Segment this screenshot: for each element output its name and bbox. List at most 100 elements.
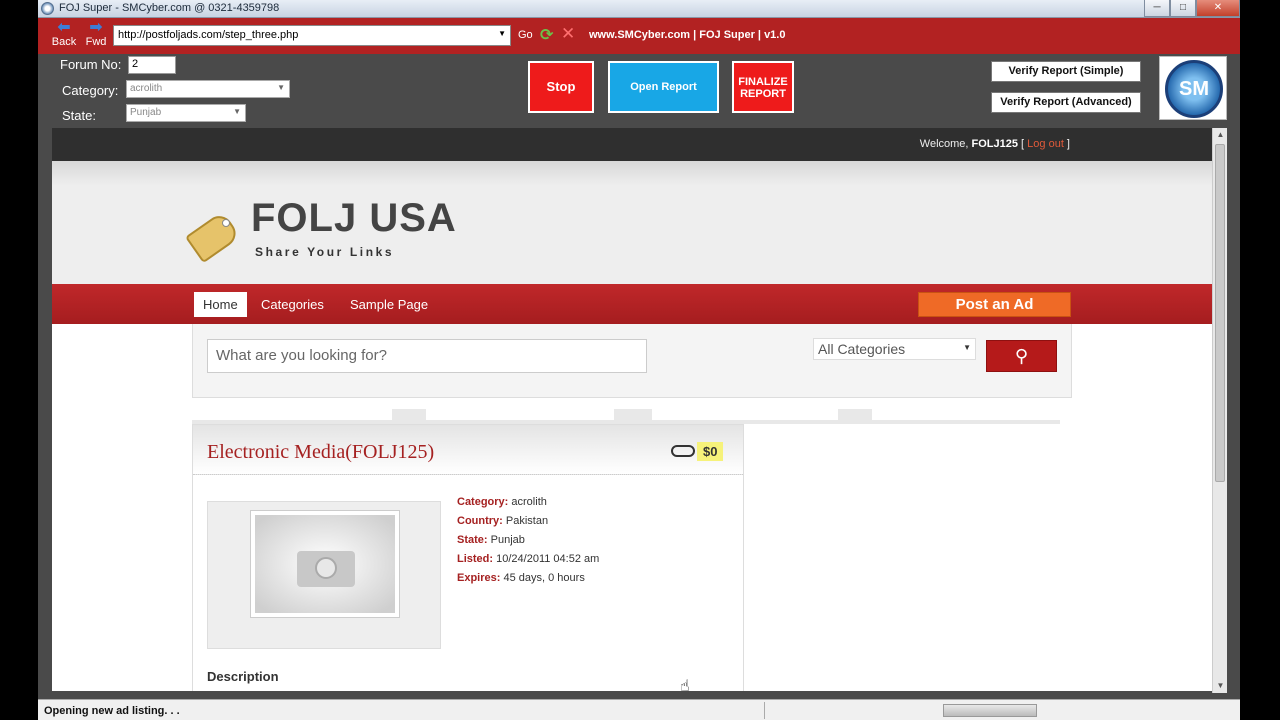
search-panel: What are you looking for? All Categories… xyxy=(192,324,1072,398)
search-icon: ⚲ xyxy=(1014,346,1029,366)
window-controls: ─ □ ✕ xyxy=(1144,0,1240,17)
detail-row: Listed: 10/24/2011 04:52 am xyxy=(457,550,599,569)
search-button[interactable]: ⚲ xyxy=(986,340,1057,372)
refresh-icon[interactable]: ⟳ xyxy=(540,25,553,45)
status-bar: Opening new ad listing. . . xyxy=(38,699,1240,720)
window-title: FOJ Super - SMCyber.com @ 0321-4359798 xyxy=(59,2,280,14)
detail-row: Expires: 45 days, 0 hours xyxy=(457,569,599,588)
logout-link[interactable]: Log out xyxy=(1027,138,1064,150)
site-tagline: Share Your Links xyxy=(255,245,395,259)
site-top-bar: Welcome, FOLJ125 [ Log out ] xyxy=(52,128,1212,161)
app-info: www.SMCyber.com | FOJ Super | v1.0 xyxy=(589,29,786,41)
price-tag: $0 xyxy=(671,441,724,461)
search-input[interactable]: What are you looking for? xyxy=(207,339,647,373)
status-divider xyxy=(764,702,765,719)
listing-photo[interactable] xyxy=(250,510,400,618)
site-logo[interactable]: FOLJ USA xyxy=(251,196,457,241)
back-label: Back xyxy=(51,36,77,48)
tag-hole-icon xyxy=(222,219,230,227)
chevron-down-icon: ▼ xyxy=(963,343,971,352)
state-label: State: xyxy=(62,108,96,123)
browser-viewport: Welcome, FOLJ125 [ Log out ] FOLJ USA Sh… xyxy=(52,128,1212,691)
ad-listing: Electronic Media(FOLJ125) $0 Category: a… xyxy=(192,424,744,691)
address-bar: ⬅ Back ➡ Fwd http://postfoljads.com/step… xyxy=(38,18,1240,54)
finalize-report-button[interactable]: FINALIZE REPORT xyxy=(732,61,794,113)
forward-label: Fwd xyxy=(85,36,107,48)
camera-lens-icon xyxy=(315,557,337,579)
category-select[interactable]: acrolith ▼ xyxy=(126,80,290,98)
post-ad-button[interactable]: Post an Ad xyxy=(918,292,1071,317)
price-value: $0 xyxy=(697,441,724,461)
detail-key: Category: xyxy=(457,496,509,508)
forward-arrow-icon: ➡ xyxy=(89,19,103,36)
detail-value: 45 days, 0 hours xyxy=(503,572,585,584)
category-filter-value: All Categories xyxy=(818,341,906,357)
progress-bar xyxy=(943,704,1037,717)
divider-block xyxy=(392,409,426,423)
category-filter-select[interactable]: All Categories ▼ xyxy=(813,338,976,360)
minimize-button[interactable]: ─ xyxy=(1144,0,1170,17)
chevron-down-icon: ▼ xyxy=(277,83,285,92)
detail-value: acrolith xyxy=(511,496,547,508)
hand-cursor-icon: ☝ xyxy=(680,678,690,695)
sm-logo: SM xyxy=(1159,56,1227,120)
listing-header: Electronic Media(FOLJ125) $0 xyxy=(193,425,743,475)
app-icon xyxy=(41,2,54,15)
listing-title[interactable]: Electronic Media(FOLJ125) xyxy=(207,441,434,464)
maximize-button[interactable]: □ xyxy=(1170,0,1196,17)
url-dropdown-icon[interactable]: ▼ xyxy=(498,29,506,38)
photo-placeholder xyxy=(255,515,395,613)
menu-sample-page[interactable]: Sample Page xyxy=(341,292,437,317)
scroll-down-icon[interactable]: ▼ xyxy=(1213,679,1228,693)
logout-bracket-close: ] xyxy=(1063,138,1070,150)
verify-simple-button[interactable]: Verify Report (Simple) xyxy=(991,61,1141,82)
category-value: acrolith xyxy=(130,83,163,94)
chevron-down-icon: ▼ xyxy=(233,107,241,116)
detail-value: Pakistan xyxy=(505,515,549,527)
detail-key: Listed: xyxy=(457,553,494,565)
verify-advanced-button[interactable]: Verify Report (Advanced) xyxy=(991,92,1141,113)
status-text: Opening new ad listing. . . xyxy=(44,705,180,717)
site-header: FOLJ USA Share Your Links xyxy=(52,161,1212,284)
sm-logo-mark: SM xyxy=(1165,60,1223,118)
divider-block xyxy=(614,409,652,423)
url-text: http://postfoljads.com/step_three.php xyxy=(118,29,299,41)
description-heading: Description xyxy=(207,669,279,684)
menu-home[interactable]: Home xyxy=(194,292,247,317)
main-menu: Home Categories Sample Page Post an Ad xyxy=(52,284,1212,324)
forum-label: Forum No: xyxy=(60,57,122,72)
open-report-button[interactable]: Open Report xyxy=(608,61,719,113)
state-select[interactable]: Punjab ▼ xyxy=(126,104,246,122)
stop-button[interactable]: Stop xyxy=(528,61,594,113)
vertical-scrollbar[interactable]: ▲ ▼ xyxy=(1212,128,1227,693)
scroll-up-icon[interactable]: ▲ xyxy=(1213,128,1228,142)
detail-value: 10/24/2011 04:52 am xyxy=(496,553,600,565)
detail-key: State: xyxy=(457,534,488,546)
title-bar: FOJ Super - SMCyber.com @ 0321-4359798 ─… xyxy=(38,0,1240,18)
listing-photo-frame xyxy=(207,501,441,649)
logout-bracket-open: [ xyxy=(1018,138,1028,150)
menu-categories[interactable]: Categories xyxy=(252,292,333,317)
detail-row: Category: acrolith xyxy=(457,493,599,512)
close-button[interactable]: ✕ xyxy=(1196,0,1240,17)
go-button[interactable]: Go xyxy=(518,29,533,41)
listing-details: Category: acrolith Country: Pakistan Sta… xyxy=(457,493,599,588)
forum-input[interactable]: 2 xyxy=(128,56,176,74)
sidebar-panel xyxy=(744,424,1072,596)
forward-button[interactable]: ➡ Fwd xyxy=(82,20,110,52)
detail-row: State: Punjab xyxy=(457,531,599,550)
price-tag-icon xyxy=(671,445,695,457)
back-button[interactable]: ⬅ Back xyxy=(50,20,78,52)
url-input[interactable]: http://postfoljads.com/step_three.php ▼ xyxy=(113,25,511,46)
welcome-prefix: Welcome, xyxy=(919,138,972,150)
detail-key: Expires: xyxy=(457,572,501,584)
progress-fill xyxy=(944,705,1036,716)
back-arrow-icon: ⬅ xyxy=(57,19,71,36)
welcome-text: Welcome, FOLJ125 [ Log out ] xyxy=(920,138,1070,150)
control-panel: Forum No: 2 Category: acrolith ▼ State: … xyxy=(38,54,1240,128)
scrollbar-thumb[interactable] xyxy=(1215,144,1225,482)
stop-load-icon[interactable]: ✕ xyxy=(561,24,575,44)
category-label: Category: xyxy=(62,83,119,98)
detail-key: Country: xyxy=(457,515,503,527)
username: FOLJ125 xyxy=(971,138,1018,150)
